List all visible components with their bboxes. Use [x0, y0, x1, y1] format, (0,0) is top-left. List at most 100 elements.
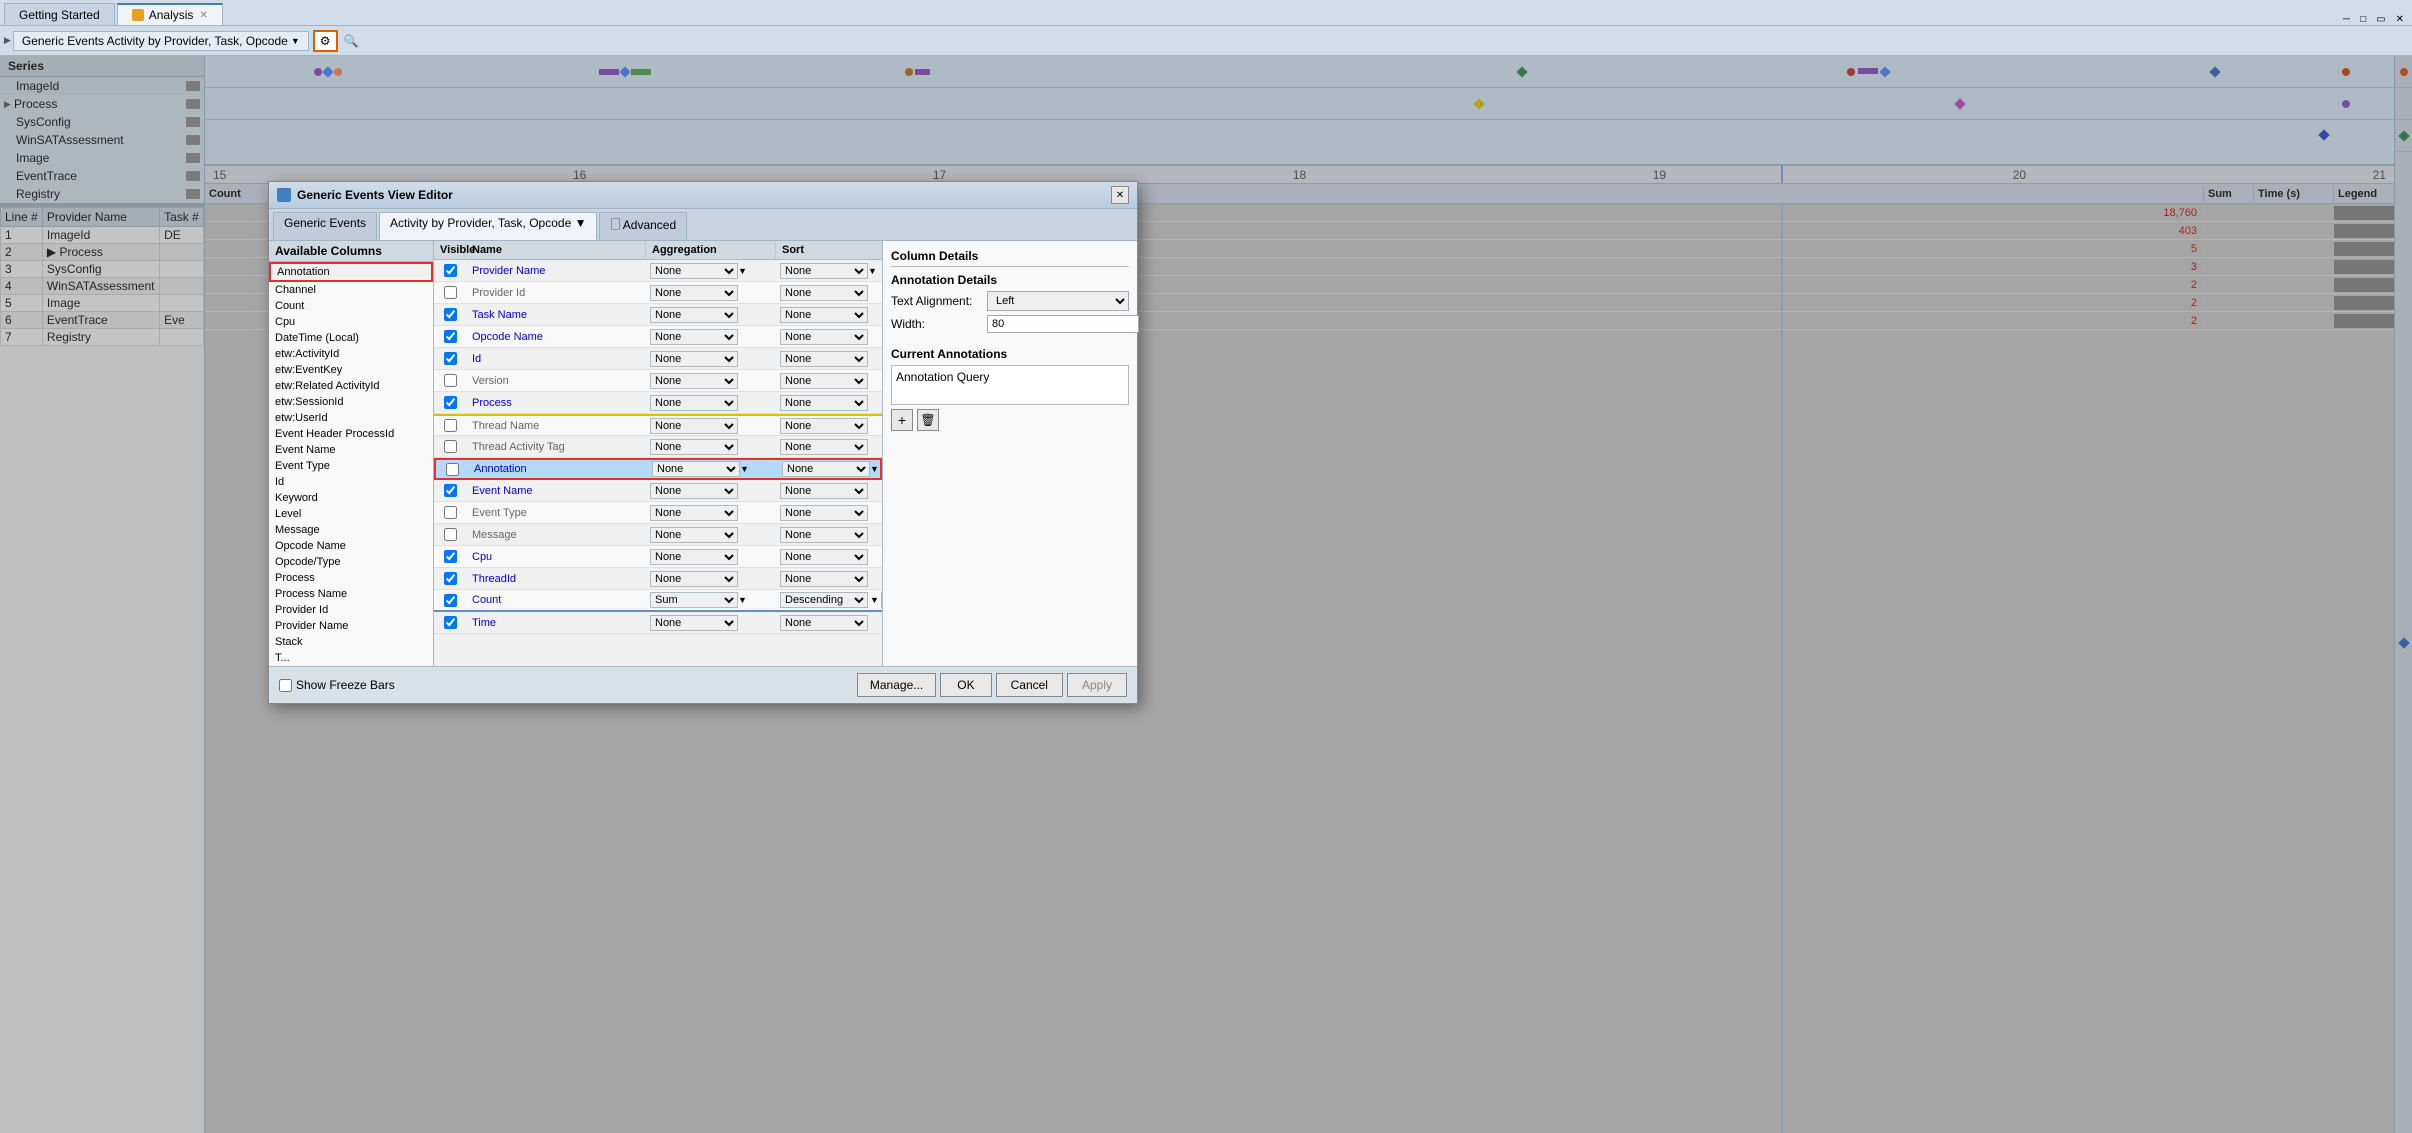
maximize-icon[interactable]: ▭ [2372, 14, 2389, 25]
delete-annotation-button[interactable]: 🗑 [917, 409, 939, 431]
avail-col-keyword[interactable]: Keyword [269, 490, 433, 506]
avail-col-id[interactable]: Id [269, 474, 433, 490]
toolbar-label[interactable]: Generic Events Activity by Provider, Tas… [13, 31, 309, 51]
table-row[interactable]: 4 WinSATAssessment [1, 278, 204, 295]
avail-col-count[interactable]: Count [269, 298, 433, 314]
avail-col-channel[interactable]: Channel [269, 282, 433, 298]
avail-col-datetime[interactable]: DateTime (Local) [269, 330, 433, 346]
text-alignment-select[interactable]: Left Center Right [987, 291, 1129, 311]
col-row-thread-name[interactable]: Thread Name None None [434, 414, 882, 436]
col-row-task-name[interactable]: Task Name None None [434, 304, 882, 326]
manage-button[interactable]: Manage... [857, 673, 936, 697]
modal-tab-activity[interactable]: Activity by Provider, Task, Opcode ▼ [379, 212, 597, 240]
modal-close-button[interactable]: ✕ [1111, 186, 1129, 204]
col-row-thread-activity-tag[interactable]: Thread Activity Tag None None [434, 436, 882, 458]
series-item-image[interactable]: Image [0, 149, 204, 167]
col-row-time[interactable]: Time None None [434, 612, 882, 634]
table-row[interactable]: 5 Image [1, 295, 204, 312]
data-table-container: Line # Provider Name Task # 1 ImageId DE… [0, 207, 204, 1133]
width-input[interactable] [987, 315, 1139, 333]
column-details-panel: Column Details Annotation Details Text A… [882, 241, 1137, 666]
waveform-row-1 [205, 56, 2394, 88]
col-row-id[interactable]: Id None None [434, 348, 882, 370]
col-visible-checkbox[interactable] [434, 262, 466, 279]
table-row[interactable]: 7 Registry [1, 329, 204, 346]
avail-col-activityid[interactable]: etw:ActivityId [269, 346, 433, 362]
series-item-sysconfig[interactable]: SysConfig [0, 113, 204, 131]
avail-col-userid[interactable]: etw:UserId [269, 410, 433, 426]
col-row-cpu[interactable]: Cpu None None [434, 546, 882, 568]
left-panel: Series ImageId ▶ Process SysConfig WinSA… [0, 56, 205, 1133]
gear-button[interactable]: ⚙ [313, 30, 338, 52]
col-row-annotation[interactable]: Annotation None ▼ None ▼ [434, 458, 882, 480]
avail-col-session[interactable]: etw:SessionId [269, 394, 433, 410]
table-row[interactable]: 3 SysConfig [1, 261, 204, 278]
series-item-process[interactable]: ▶ Process [0, 95, 204, 113]
avail-col-providername[interactable]: Provider Name [269, 618, 433, 634]
col-h-visible: Visible [434, 241, 466, 259]
col-row-opcode-name[interactable]: Opcode Name None None [434, 326, 882, 348]
series-item-eventtrace[interactable]: EventTrace [0, 167, 204, 185]
col-row-event-name[interactable]: Event Name None None [434, 480, 882, 502]
col-row-provider-name[interactable]: Provider Name None ▼ None ▼ [434, 260, 882, 282]
col-h-aggregation: Aggregation [646, 241, 776, 259]
table-row[interactable]: 1 ImageId DE [1, 227, 204, 244]
show-freeze-bars-label: Show Freeze Bars [296, 678, 395, 692]
scrollbar-indicator [186, 117, 200, 127]
avail-col-t[interactable]: T... [269, 650, 433, 666]
modal-icon [277, 188, 291, 202]
col-row-provider-id[interactable]: Provider Id None None [434, 282, 882, 304]
avail-col-process[interactable]: Process [269, 570, 433, 586]
avail-col-eventname[interactable]: Event Name [269, 442, 433, 458]
triangle-icon: ▶ [4, 35, 11, 46]
avail-col-providerid[interactable]: Provider Id [269, 602, 433, 618]
table-row[interactable]: 2 ▶ Process [1, 244, 204, 261]
series-item-winsatassessment[interactable]: WinSATAssessment [0, 131, 204, 149]
avail-col-opcodetype[interactable]: Opcode/Type [269, 554, 433, 570]
avail-col-cpu[interactable]: Cpu [269, 314, 433, 330]
add-annotation-button[interactable]: + [891, 409, 913, 431]
series-list: ImageId ▶ Process SysConfig WinSATAssess… [0, 77, 204, 203]
avail-col-opcodename[interactable]: Opcode Name [269, 538, 433, 554]
series-item-imageid[interactable]: ImageId [0, 77, 204, 95]
avail-col-processname[interactable]: Process Name [269, 586, 433, 602]
search-button[interactable]: 🔍 [340, 31, 363, 50]
tab-analysis[interactable]: Analysis ✕ [117, 3, 223, 25]
col-row-threadid[interactable]: ThreadId None None [434, 568, 882, 590]
tab-getting-started[interactable]: Getting Started [4, 3, 115, 25]
close-icon[interactable]: ✕ [2392, 14, 2408, 25]
window-controls: ─ □ ▭ ✕ [2339, 14, 2412, 25]
search-icon: 🔍 [344, 34, 359, 48]
modal-body: Available Columns Annotation Channel Cou… [269, 241, 1137, 666]
avail-col-eventtype[interactable]: Event Type [269, 458, 433, 474]
series-header: Series [0, 56, 204, 77]
col-row-message[interactable]: Message None None [434, 524, 882, 546]
avail-col-annotation[interactable]: Annotation [269, 262, 433, 282]
apply-button[interactable]: Apply [1067, 673, 1127, 697]
current-annotations-header: Current Annotations [891, 347, 1129, 361]
annotation-query-box: Annotation Query [891, 365, 1129, 405]
columns-table-header: Visible Name Aggregation Sort [434, 241, 882, 260]
col-row-count[interactable]: Count Sum ▼ Descending ▼ ▼ [434, 590, 882, 612]
modal-tab-advanced[interactable]: 🗌 Advanced [599, 212, 687, 240]
table-row[interactable]: 6 EventTrace Eve [1, 312, 204, 329]
cancel-button[interactable]: Cancel [996, 673, 1063, 697]
col-row-version[interactable]: Version None None [434, 370, 882, 392]
avail-col-level[interactable]: Level [269, 506, 433, 522]
scrollbar-indicator [186, 135, 200, 145]
col-row-event-type[interactable]: Event Type None None [434, 502, 882, 524]
avail-col-message[interactable]: Message [269, 522, 433, 538]
minimize-icon[interactable]: ─ [2339, 14, 2354, 25]
avail-col-processid[interactable]: Event Header ProcessId [269, 426, 433, 442]
series-item-registry[interactable]: Registry [0, 185, 204, 203]
modal-title: Generic Events View Editor [277, 188, 453, 202]
avail-col-eventkey[interactable]: etw:EventKey [269, 362, 433, 378]
modal-tab-generic-events[interactable]: Generic Events [273, 212, 377, 240]
avail-col-stack[interactable]: Stack [269, 634, 433, 650]
ok-button[interactable]: OK [940, 673, 991, 697]
avail-col-related[interactable]: etw:Related ActivityId [269, 378, 433, 394]
col-row-process[interactable]: Process None None [434, 392, 882, 414]
restore-icon[interactable]: □ [2356, 14, 2370, 25]
show-freeze-bars-checkbox[interactable] [279, 679, 292, 692]
gear-icon: ⚙ [320, 34, 331, 48]
